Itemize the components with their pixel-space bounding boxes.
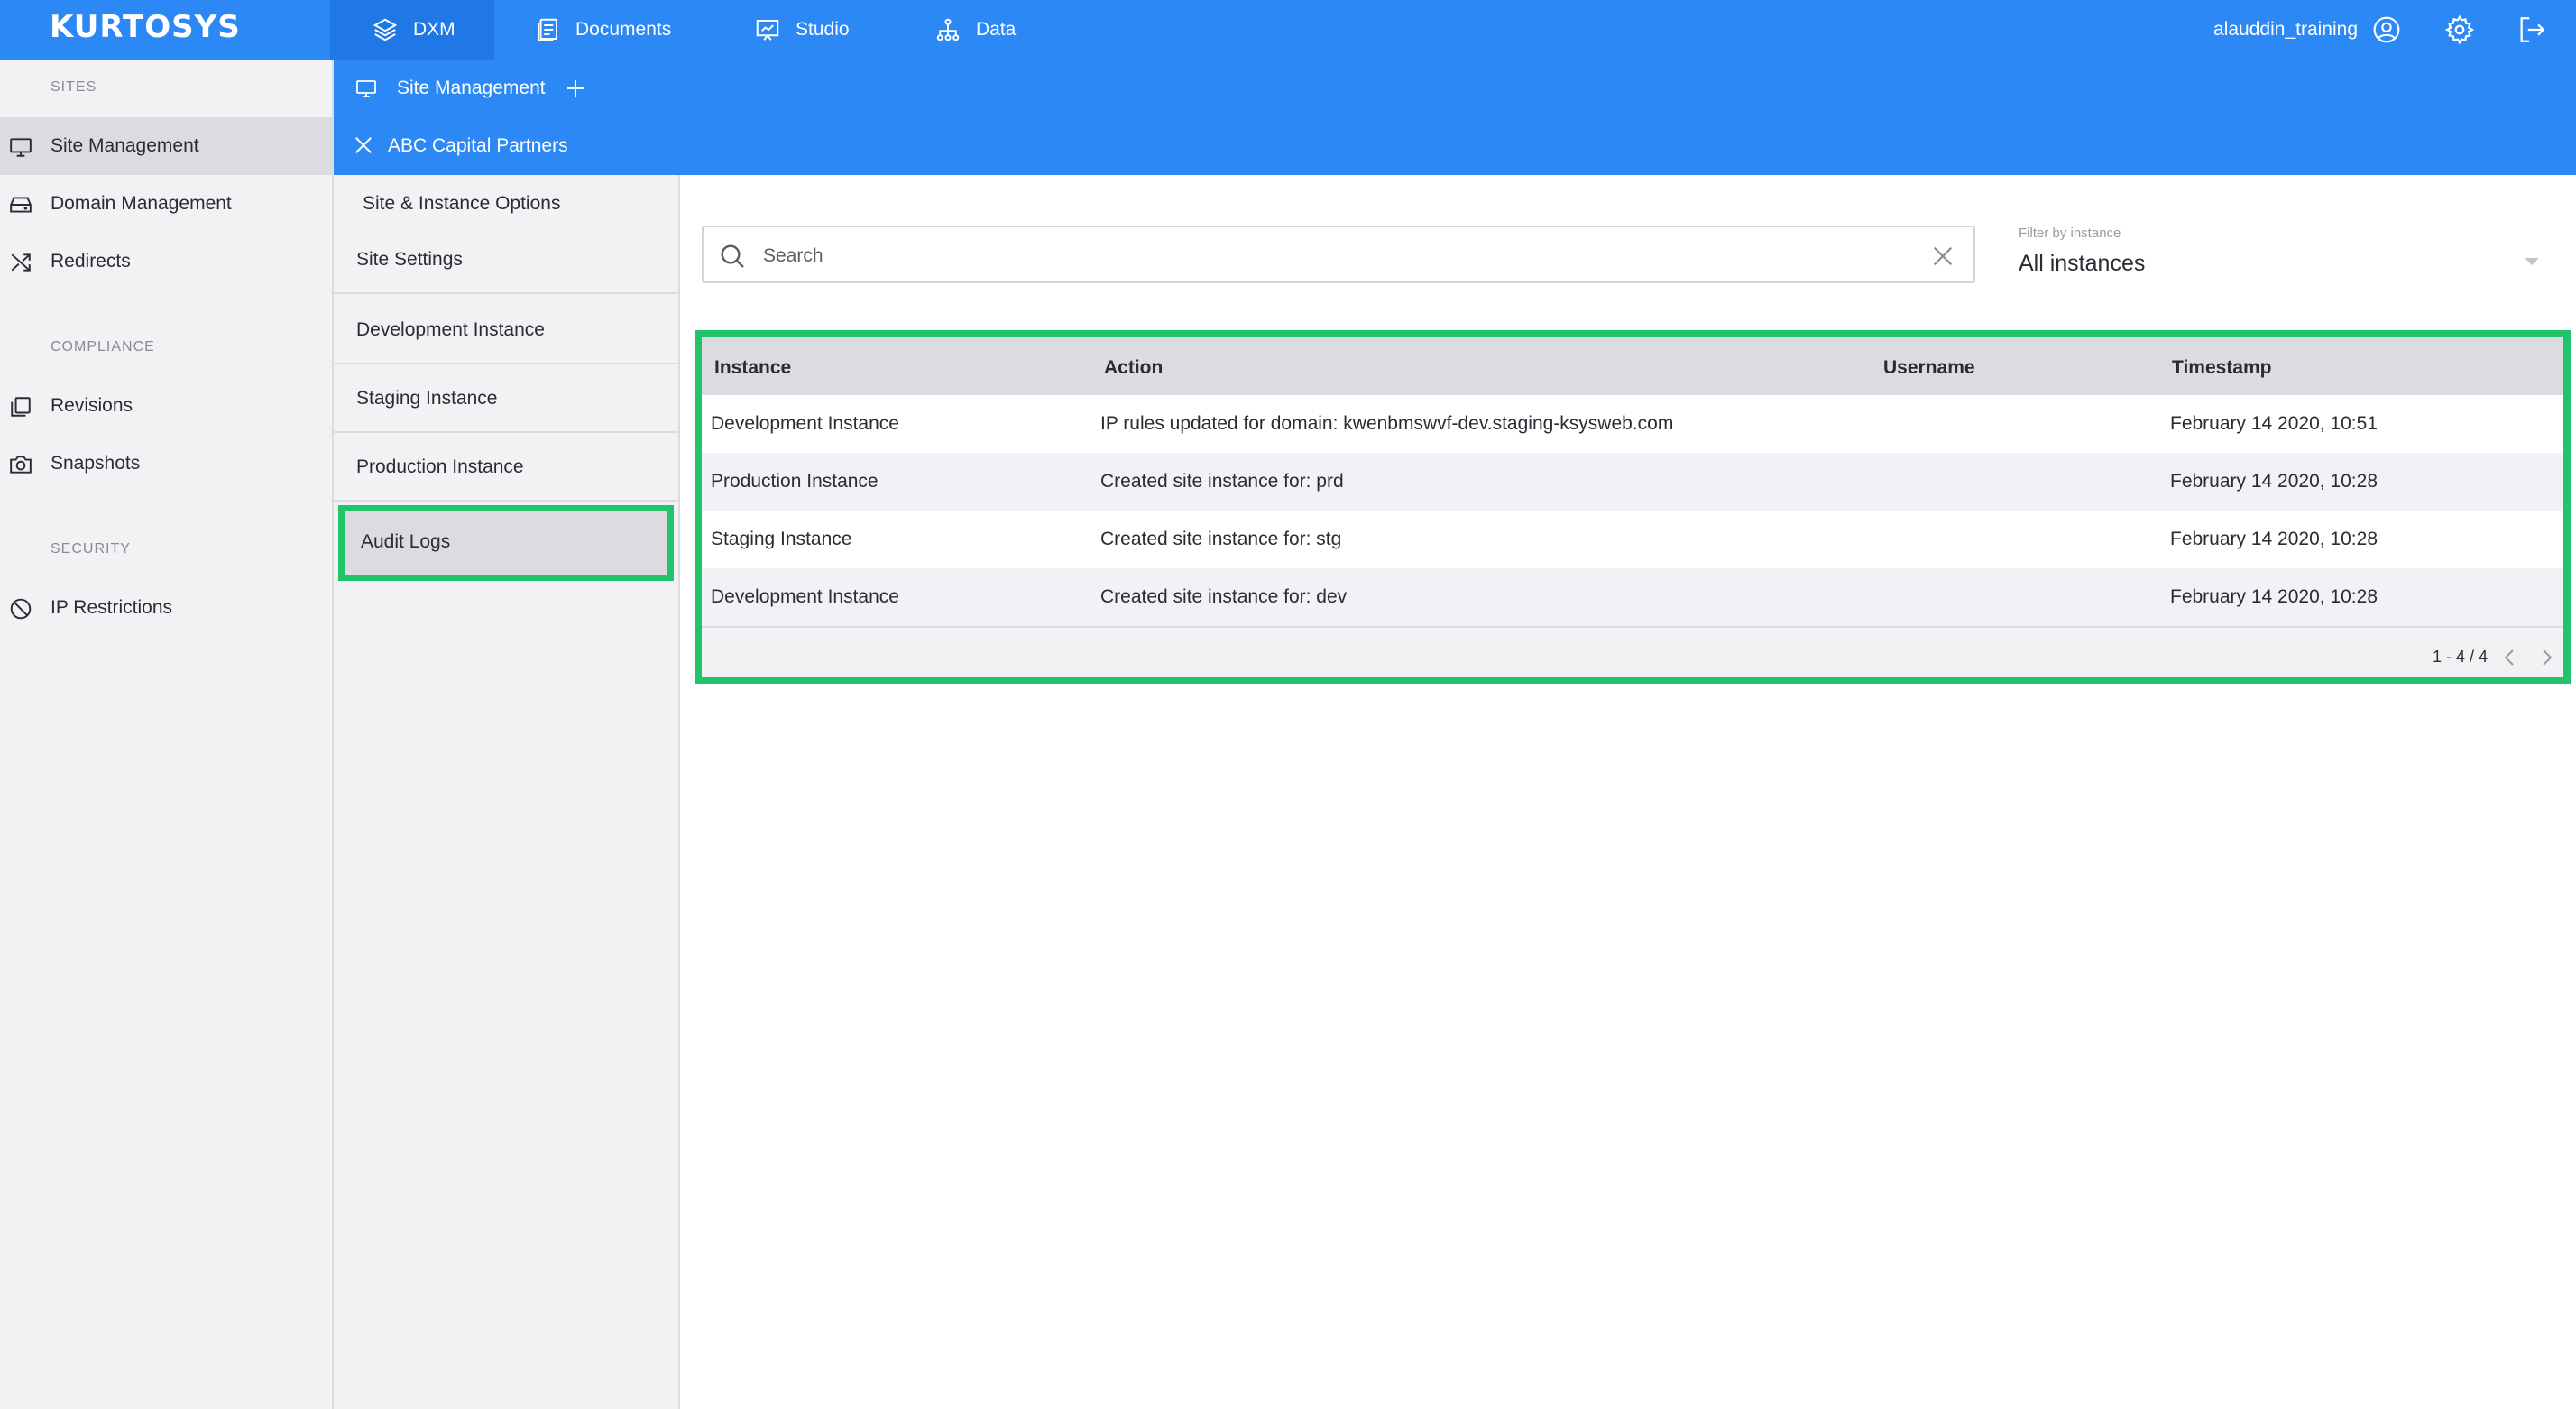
site-menu-item-label: Production Instance (356, 456, 524, 477)
nav-tab-dxm[interactable]: DXM (330, 0, 494, 60)
cell-instance: Development Instance (711, 586, 899, 607)
sidebar-item-label: Snapshots (51, 453, 141, 474)
column-header-timestamp[interactable]: Timestamp (2172, 357, 2272, 379)
sidebar-item-revisions[interactable]: Revisions (0, 377, 332, 435)
site-menu-item-label: Development Instance (356, 319, 545, 340)
search-field[interactable]: Search (702, 226, 1975, 283)
cell-action: Created site instance for: stg (1100, 529, 1342, 549)
breadcrumb-site-management[interactable]: Site Management (355, 60, 546, 117)
chevron-left-icon[interactable] (2502, 648, 2516, 668)
copy-icon (11, 397, 31, 417)
plus-icon[interactable] (565, 78, 586, 99)
cell-action: IP rules updated for domain: kwenbmswvf-… (1100, 413, 1674, 434)
main-content: Search Filter by instance All instances … (680, 175, 2576, 1409)
username: alauddin_training (2213, 19, 2358, 40)
nav-tab-documents[interactable]: Documents (534, 0, 671, 60)
site-menu-item-audit-logs[interactable]: Audit Logs (338, 505, 674, 581)
filter-label: Filter by instance (2019, 226, 2121, 241)
nav-tab-label: Studio (796, 19, 850, 40)
site-menu-item-label: Audit Logs (361, 531, 451, 552)
search-input[interactable]: Search (763, 245, 823, 267)
top-bar: KURTOSYS DXM Documents Studio Data alaud… (0, 0, 2576, 60)
cell-action: Created site instance for: dev (1100, 586, 1348, 607)
site-menu-item-label: Staging Instance (356, 388, 498, 409)
site-menu-item-site-settings[interactable]: Site Settings (334, 226, 678, 294)
chevron-right-icon[interactable] (2540, 648, 2554, 668)
column-header-action[interactable]: Action (1104, 357, 1163, 379)
breadcrumb-label: Site Management (397, 78, 546, 98)
cell-instance: Staging Instance (711, 529, 852, 549)
search-icon (721, 244, 744, 268)
site-menu-header: Site & Instance Options (363, 193, 561, 214)
sidebar-item-ip-restrictions[interactable]: IP Restrictions (0, 579, 332, 637)
site-tab-bar: ABC Capital Partners (334, 117, 2576, 175)
table-row[interactable]: Development Instance IP rules updated fo… (702, 395, 2563, 453)
camera-icon (10, 456, 32, 474)
site-menu-item-development-instance[interactable]: Development Instance (334, 296, 678, 364)
site-menu-item-production-instance[interactable]: Production Instance (334, 433, 678, 502)
sidebar-item-label: Redirects (51, 251, 131, 272)
hierarchy-icon (936, 18, 960, 41)
presentation-icon (756, 20, 779, 41)
sidebar-item-label: Revisions (51, 395, 133, 416)
sidebar-item-site-management[interactable]: Site Management (0, 117, 332, 175)
nav-tab-studio[interactable]: Studio (754, 0, 850, 60)
table-row[interactable]: Development Instance Created site instan… (702, 568, 2563, 626)
cell-timestamp: February 14 2020, 10:28 (2170, 529, 2378, 549)
logo: KURTOSYS (50, 9, 241, 45)
user-circle-icon (2373, 16, 2400, 43)
site-menu-item-label: Site Settings (356, 249, 463, 270)
cell-timestamp: February 14 2020, 10:28 (2170, 586, 2378, 607)
caret-down-icon[interactable] (2524, 256, 2540, 267)
sidebar-item-snapshots[interactable]: Snapshots (0, 435, 332, 493)
column-header-username[interactable]: Username (1883, 357, 1975, 379)
nav-tab-label: DXM (413, 19, 455, 40)
monitor-icon (10, 138, 32, 157)
table-row[interactable]: Production Instance Created site instanc… (702, 453, 2563, 511)
sidebar: SITES Site Management Domain Management … (0, 60, 334, 1409)
block-icon (10, 598, 32, 620)
table-footer: 1 - 4 / 4 (702, 626, 2563, 677)
sidebar-section-title: SITES (51, 79, 97, 95)
user-menu[interactable]: alauddin_training (2213, 0, 2401, 60)
logout-icon[interactable] (2516, 14, 2547, 45)
sidebar-section-title: SECURITY (51, 541, 131, 557)
cell-timestamp: February 14 2020, 10:51 (2170, 413, 2378, 434)
documents-icon (538, 18, 557, 41)
breadcrumb-bar: Site Management (334, 60, 2576, 117)
shuffle-icon (11, 253, 31, 272)
sidebar-section-title: COMPLIANCE (51, 339, 155, 355)
sidebar-item-redirects[interactable]: Redirects (0, 233, 332, 290)
nav-tab-label: Documents (575, 19, 672, 40)
hard-drive-icon (10, 197, 32, 213)
nav-tab-label: Data (976, 19, 1017, 40)
close-icon[interactable] (354, 135, 373, 155)
table-row[interactable]: Staging Instance Created site instance f… (702, 511, 2563, 568)
pagination-range: 1 - 4 / 4 (2432, 648, 2488, 666)
cell-instance: Development Instance (711, 413, 899, 434)
table-header: Instance Action Username Timestamp (702, 337, 2563, 395)
filter-select[interactable]: All instances (2019, 251, 2145, 277)
sidebar-item-domain-management[interactable]: Domain Management (0, 175, 332, 233)
cell-action: Created site instance for: prd (1100, 471, 1344, 492)
layers-icon (373, 18, 398, 41)
site-menu-item-staging-instance[interactable]: Staging Instance (334, 364, 678, 433)
monitor-icon (356, 80, 376, 97)
column-header-instance[interactable]: Instance (714, 357, 791, 379)
nav-tab-data[interactable]: Data (934, 0, 1016, 60)
audit-log-table: Instance Action Username Timestamp Devel… (695, 330, 2571, 684)
site-tab-name[interactable]: ABC Capital Partners (388, 117, 568, 175)
sidebar-item-label: IP Restrictions (51, 597, 172, 618)
cell-instance: Production Instance (711, 471, 879, 492)
gear-icon[interactable] (2444, 14, 2475, 45)
sidebar-item-label: Site Management (51, 135, 199, 156)
sidebar-item-label: Domain Management (51, 193, 232, 214)
cell-timestamp: February 14 2020, 10:28 (2170, 471, 2378, 492)
clear-icon[interactable] (1930, 244, 1955, 269)
site-menu: Site & Instance Options Site Settings De… (334, 175, 680, 1409)
